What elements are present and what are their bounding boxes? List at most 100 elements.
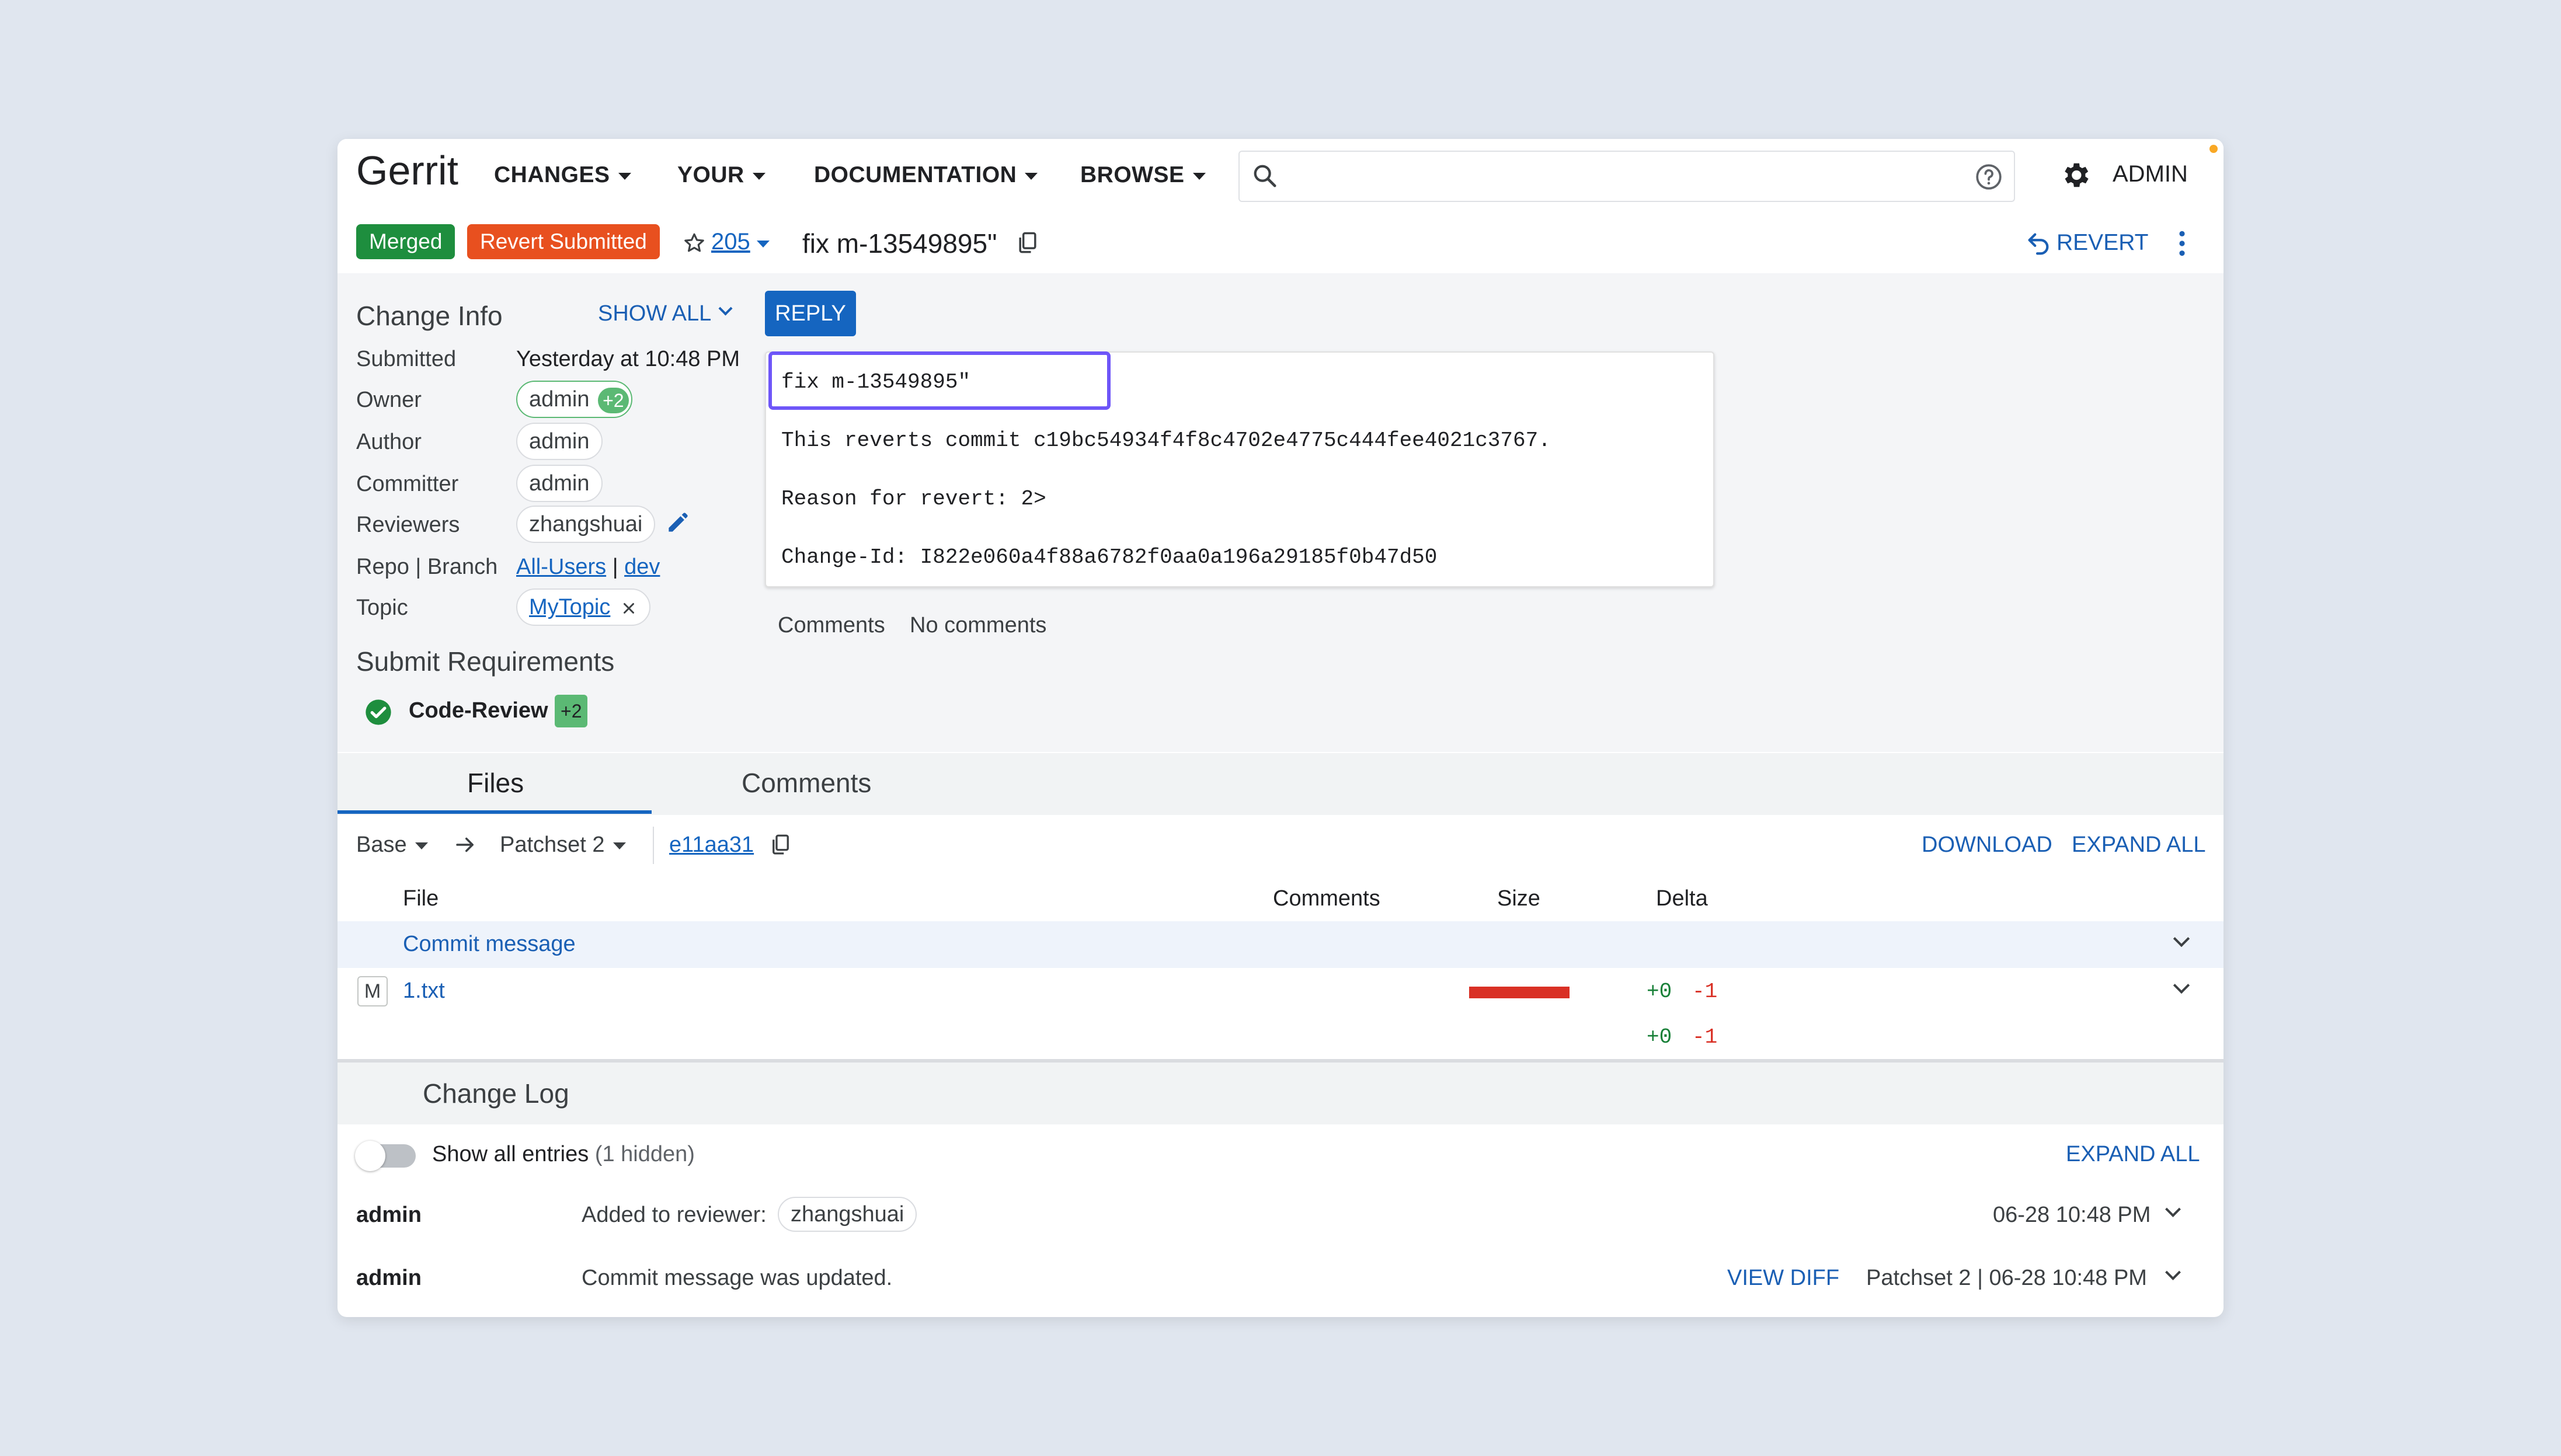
more-vert-icon[interactable]: [2176, 229, 2188, 258]
submit-requirements-title: Submit Requirements: [356, 646, 615, 677]
caret-down-icon: [1192, 172, 1206, 180]
change-number-link[interactable]: 205: [711, 229, 750, 255]
caret-down-icon: [752, 172, 765, 180]
tab-files[interactable]: Files: [467, 767, 524, 799]
topic-label: Topic: [356, 595, 408, 620]
nav-your[interactable]: YOUR: [677, 162, 765, 188]
gerrit-logo[interactable]: Gerrit: [356, 147, 458, 194]
reviewers-label: Reviewers: [356, 513, 460, 537]
file-status-badge: M: [357, 976, 388, 1006]
repo-branch-value: All-Users | dev: [516, 555, 660, 580]
chevron-down-icon: [718, 301, 733, 316]
chevron-down-icon[interactable]: [2173, 930, 2190, 948]
commit-subject: fix m-13549895": [781, 370, 971, 394]
author-chip[interactable]: admin: [516, 423, 603, 460]
col-file: File: [403, 886, 439, 911]
download-button[interactable]: DOWNLOAD: [1922, 833, 2052, 858]
topic-link[interactable]: MyTopic: [529, 595, 610, 619]
revert-button[interactable]: REVERT: [2057, 230, 2149, 256]
tab-comments[interactable]: Comments: [742, 767, 871, 799]
total-lines-added: +0: [1647, 1025, 1672, 1049]
files-total-row: +0 -1: [337, 1015, 2224, 1060]
log-message: Commit message was updated.: [582, 1266, 893, 1290]
expand-all-files-button[interactable]: EXPAND ALL: [2072, 833, 2206, 858]
base-select[interactable]: Base: [356, 833, 428, 858]
undo-icon[interactable]: [2025, 230, 2052, 257]
toggle-knob: [355, 1141, 385, 1171]
user-menu[interactable]: ADMIN: [2113, 161, 2188, 187]
expand-all-log-button[interactable]: EXPAND ALL: [2066, 1142, 2200, 1167]
gear-icon[interactable]: [2059, 159, 2092, 191]
toolbar-divider: [653, 827, 654, 864]
reply-button[interactable]: REPLY: [765, 291, 856, 336]
list-item[interactable]: admin Added to reviewer: zhangshuai 06-2…: [337, 1185, 2224, 1247]
show-all-entries-label: Show all entries (1 hidden): [432, 1142, 695, 1166]
topic-chip: MyTopic: [516, 588, 650, 626]
show-all-button[interactable]: SHOW ALL: [598, 301, 733, 326]
caret-down-icon: [613, 842, 626, 849]
view-diff-button[interactable]: VIEW DIFF: [1727, 1266, 1839, 1291]
table-row[interactable]: M 1.txt +0 -1: [337, 968, 2224, 1016]
chevron-down-icon[interactable]: [2165, 1265, 2181, 1280]
nav-documentation[interactable]: DOCUMENTATION: [814, 162, 1038, 188]
search-input[interactable]: [1238, 151, 2015, 202]
reviewer-chip[interactable]: zhangshuai: [778, 1197, 917, 1232]
caret-down-icon[interactable]: [757, 241, 770, 248]
comments-value: No comments: [910, 613, 1047, 638]
reviewer-chip[interactable]: zhangshuai: [516, 506, 656, 543]
file-link-1txt[interactable]: 1.txt: [403, 978, 445, 1004]
log-time: Patchset 2 | 06-28 10:48 PM: [1866, 1266, 2147, 1290]
requirement-vote-badge: +2: [555, 695, 588, 727]
branch-link[interactable]: dev: [624, 555, 660, 579]
repo-branch-separator: |: [612, 555, 618, 579]
chevron-down-icon[interactable]: [2165, 1201, 2181, 1217]
search-icon: [1254, 165, 1276, 187]
nav-browse[interactable]: BROWSE: [1080, 162, 1206, 188]
tab-bar: [337, 753, 2224, 816]
commit-message-box[interactable]: fix m-13549895" This reverts commit c19b…: [765, 351, 1714, 587]
hidden-count: (1 hidden): [594, 1142, 695, 1166]
status-badge-merged: Merged: [356, 224, 455, 259]
arrow-right-icon: [456, 837, 474, 852]
copy-icon[interactable]: [768, 833, 793, 857]
committer-chip[interactable]: admin: [516, 465, 603, 502]
log-user: admin: [356, 1266, 422, 1290]
close-icon[interactable]: [620, 600, 638, 617]
edit-icon[interactable]: [664, 510, 690, 536]
comments-label: Comments: [778, 613, 885, 638]
show-all-toggle[interactable]: [355, 1141, 416, 1171]
active-tab-indicator: [337, 810, 652, 814]
commit-message-file-link[interactable]: Commit message: [403, 932, 576, 957]
col-size: Size: [1497, 886, 1540, 911]
commit-line-changeid: Change-Id: I822e060a4f88a6782f0aa0a196a2…: [781, 545, 1438, 569]
status-badge-revert: Revert Submitted: [467, 224, 660, 259]
commit-hash-link[interactable]: e11aa31: [669, 833, 754, 858]
repo-branch-label: Repo | Branch: [356, 555, 498, 579]
owner-chip[interactable]: admin +2: [516, 381, 632, 418]
repo-link[interactable]: All-Users: [516, 555, 606, 579]
col-delta: Delta: [1656, 886, 1708, 911]
patchset-select[interactable]: Patchset 2: [500, 833, 626, 858]
change-info-title: Change Info: [356, 301, 503, 331]
owner-label: Owner: [356, 388, 422, 412]
help-icon[interactable]: [1974, 162, 2003, 191]
owner-vote-badge: +2: [598, 387, 629, 413]
copy-icon[interactable]: [1015, 230, 1041, 256]
top-header: Gerrit CHANGES YOUR DOCUMENTATION BROWSE…: [337, 139, 2224, 213]
change-log-title: Change Log: [423, 1078, 569, 1109]
table-row[interactable]: Commit message: [337, 921, 2224, 969]
caret-down-icon: [1025, 172, 1038, 180]
gerrit-window: Gerrit CHANGES YOUR DOCUMENTATION BROWSE…: [337, 139, 2224, 1317]
total-lines-removed: -1: [1692, 1025, 1718, 1049]
chevron-down-icon[interactable]: [2173, 977, 2190, 994]
list-item[interactable]: admin Commit message was updated. VIEW D…: [337, 1246, 2224, 1307]
files-toolbar: Base Patchset 2 e11aa31 DOWNLOAD EXPAND …: [337, 815, 2224, 877]
file-lines-added: +0: [1647, 980, 1672, 1004]
log-message: Added to reviewer:: [582, 1203, 767, 1227]
star-icon[interactable]: [682, 231, 707, 256]
requirement-code-review[interactable]: Code-Review: [409, 698, 548, 723]
change-title: fix m-13549895": [802, 228, 997, 259]
commit-line-revert: This reverts commit c19bc54934f4f8c4702e…: [781, 429, 1551, 452]
commit-line-reason: Reason for revert: 2>: [781, 487, 1046, 511]
nav-changes[interactable]: CHANGES: [494, 162, 631, 188]
